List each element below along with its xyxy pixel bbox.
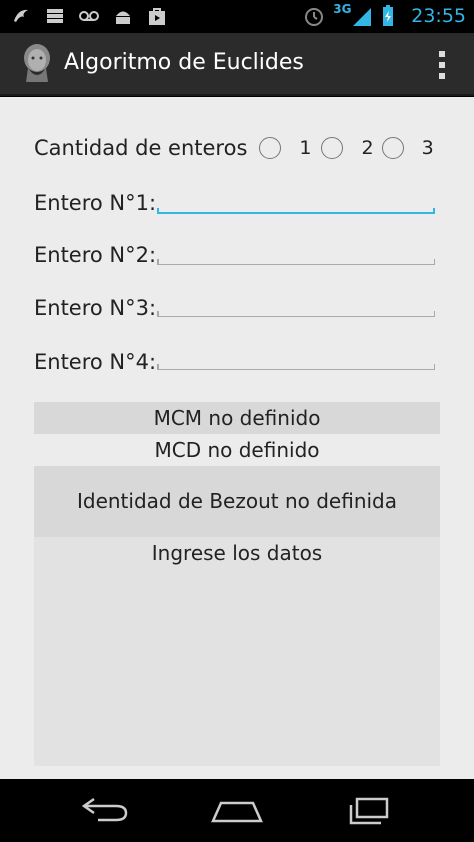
radio-2[interactable] (321, 137, 344, 159)
recent-apps-icon[interactable] (339, 793, 399, 827)
entero-1-label: Entero N°1: (34, 191, 157, 215)
euclid-bust-icon[interactable] (18, 42, 56, 86)
app-title: Algoritmo de Euclides (64, 50, 304, 75)
action-bar: Algoritmo de Euclides (0, 33, 474, 96)
main-content: Cantidad de enteros 1 2 3 Entero N°1: En… (0, 97, 474, 779)
entero-2-label: Entero N°2: (34, 243, 157, 267)
home-icon[interactable] (207, 793, 267, 827)
entero-3-label: Entero N°3: (34, 296, 157, 320)
signal-icon (353, 8, 372, 26)
shopping-bag-icon (149, 8, 165, 25)
entero-1-input[interactable] (157, 204, 435, 214)
android-icon (116, 11, 130, 24)
radio-2-label: 2 (361, 137, 374, 159)
network-type: 3G (333, 2, 352, 16)
mcm-result: MCM no definido (34, 402, 440, 434)
entero-3-input[interactable] (157, 307, 435, 317)
overflow-menu-icon[interactable] (438, 51, 446, 79)
mcd-result: MCD no definido (34, 434, 440, 466)
voicemail-icon (79, 11, 99, 21)
radio-3-label: 3 (421, 137, 434, 159)
cantidad-label: Cantidad de enteros (34, 136, 248, 160)
radio-1-label: 1 (299, 137, 312, 159)
message-area: Ingrese los datos (34, 537, 440, 766)
radio-1[interactable] (259, 137, 282, 159)
message-text: Ingrese los datos (151, 541, 323, 565)
entero-4-input[interactable] (157, 360, 435, 370)
clock-time: 23:55 (411, 5, 466, 27)
clock-icon (305, 8, 324, 26)
entero-4-label: Entero N°4: (34, 350, 157, 374)
navigation-bar (0, 779, 474, 842)
notification-icon (14, 9, 28, 22)
storage-icon (47, 9, 63, 23)
cantidad-row: Cantidad de enteros 1 2 3 (34, 133, 454, 163)
signal-indicator: 3G (333, 2, 372, 30)
entero-2-input[interactable] (157, 255, 435, 265)
bezout-result: Identidad de Bezout no definida (34, 466, 440, 537)
status-bar: 3G 23:55 (0, 0, 474, 33)
radio-3[interactable] (381, 137, 404, 159)
battery-icon (383, 5, 394, 26)
back-icon[interactable] (76, 793, 136, 827)
